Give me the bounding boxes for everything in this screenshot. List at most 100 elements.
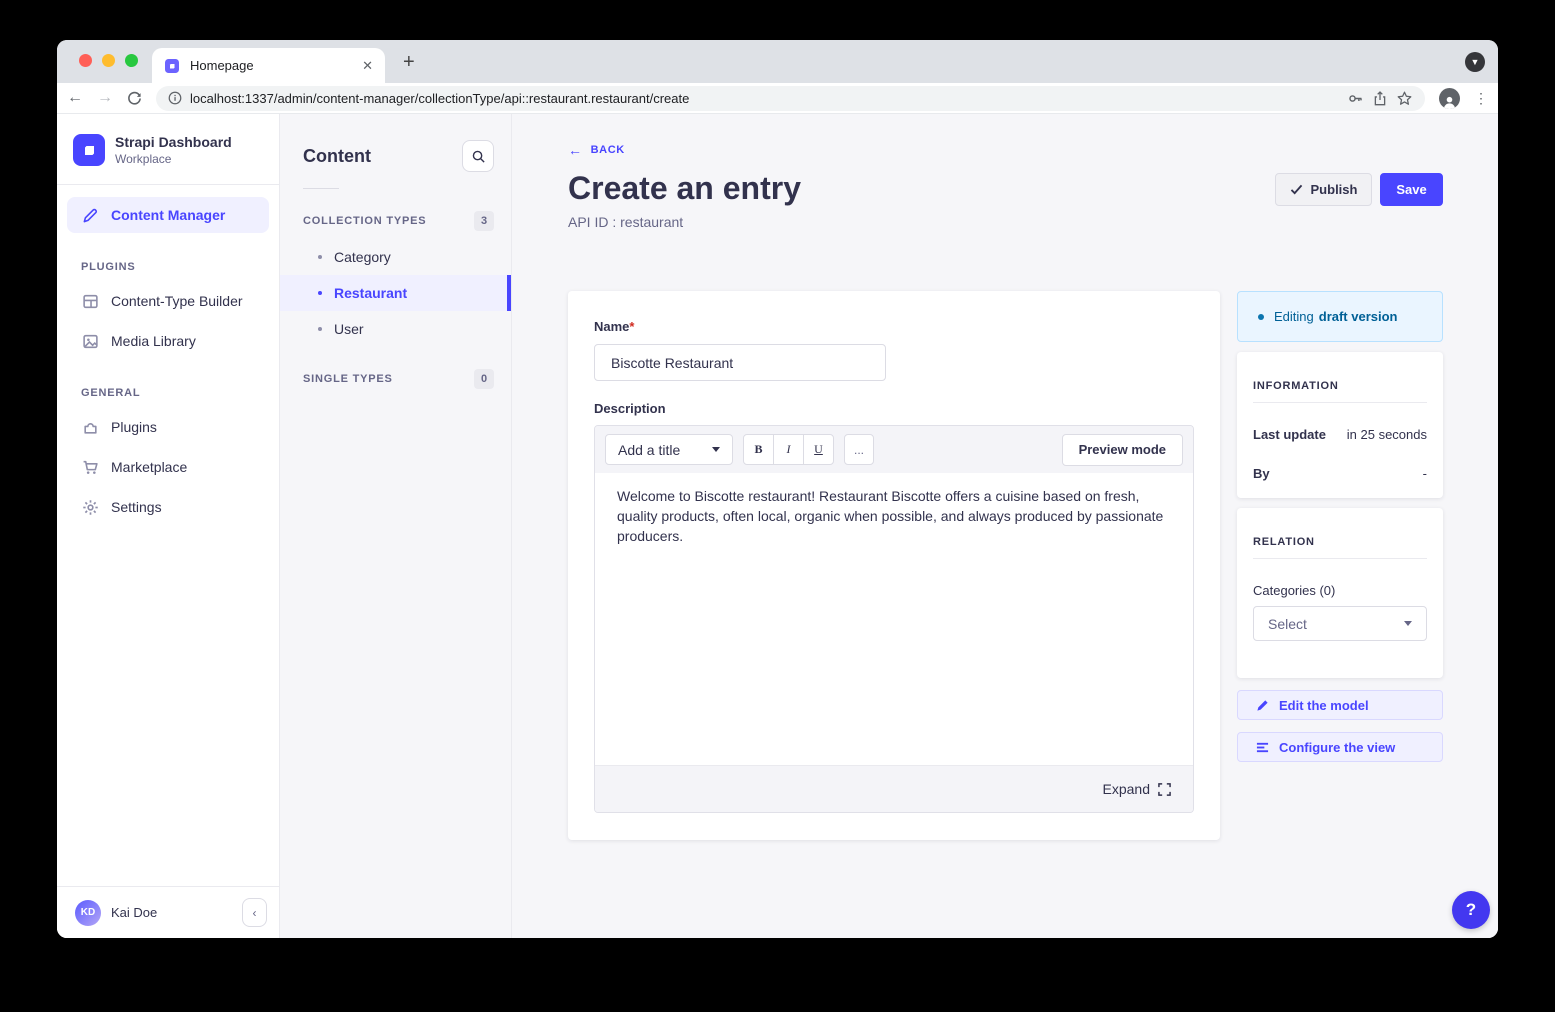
main-sidebar: Strapi Dashboard Workplace Content Manag… bbox=[57, 114, 280, 938]
forward-icon[interactable]: → bbox=[97, 90, 113, 106]
cart-icon bbox=[81, 459, 99, 476]
strapi-favicon-icon bbox=[164, 58, 180, 74]
expand-icon[interactable] bbox=[1158, 783, 1171, 796]
subnav-item-category[interactable]: Category bbox=[280, 239, 511, 275]
preview-mode-button[interactable]: Preview mode bbox=[1062, 434, 1183, 466]
search-icon bbox=[471, 149, 486, 164]
bold-button[interactable]: B bbox=[743, 434, 774, 465]
sidebar-item-marketplace[interactable]: Marketplace bbox=[67, 449, 269, 485]
new-tab-button[interactable]: + bbox=[403, 51, 415, 74]
feather-icon bbox=[81, 207, 99, 224]
editor-footer: Expand bbox=[595, 765, 1193, 812]
name-field-label: Name* bbox=[594, 319, 634, 334]
subnav-item-label: Category bbox=[334, 249, 391, 265]
relation-title: RELATION bbox=[1253, 536, 1427, 548]
back-icon[interactable]: ← bbox=[67, 90, 83, 106]
maximize-window-button[interactable] bbox=[125, 54, 138, 67]
publish-button[interactable]: Publish bbox=[1275, 173, 1372, 206]
sidebar-item-label: Marketplace bbox=[111, 459, 187, 475]
reload-icon[interactable] bbox=[127, 91, 142, 106]
profile-avatar-icon[interactable] bbox=[1439, 88, 1460, 109]
entry-aside: Editing draft version INFORMATION Last u… bbox=[1237, 291, 1443, 762]
configure-icon bbox=[1256, 741, 1269, 754]
panel-divider bbox=[1253, 402, 1427, 403]
group-label-collection-types: COLLECTION TYPES bbox=[303, 215, 426, 227]
subnav-item-restaurant[interactable]: Restaurant bbox=[280, 275, 511, 311]
save-button[interactable]: Save bbox=[1380, 173, 1443, 206]
format-button-group: B I U bbox=[743, 434, 834, 465]
categories-select[interactable]: Select bbox=[1253, 606, 1427, 641]
browser-menu-icon[interactable]: ⋮ bbox=[1474, 90, 1488, 107]
info-icon[interactable] bbox=[168, 91, 182, 105]
entry-form-card: Name* Description Add a title B I U bbox=[568, 291, 1220, 840]
title-style-select[interactable]: Add a title bbox=[605, 434, 733, 465]
bullet-icon bbox=[318, 327, 322, 331]
expand-label[interactable]: Expand bbox=[1103, 781, 1150, 797]
information-panel: INFORMATION Last update in 25 seconds By… bbox=[1237, 352, 1443, 498]
description-editor: Add a title B I U ... Preview mode Welco… bbox=[594, 425, 1194, 813]
tab-title: Homepage bbox=[190, 58, 352, 73]
gear-icon bbox=[81, 499, 99, 516]
sidebar-item-settings[interactable]: Settings bbox=[67, 489, 269, 525]
chevron-down-icon bbox=[712, 447, 720, 452]
content-subnav: Content COLLECTION TYPES 3 Category bbox=[280, 114, 512, 938]
sidebar-item-label: Media Library bbox=[111, 333, 196, 349]
sidebar-item-content-type-builder[interactable]: Content-Type Builder bbox=[67, 283, 269, 319]
sidebar-item-label: Settings bbox=[111, 499, 162, 515]
back-link[interactable]: ← BACK bbox=[568, 142, 625, 158]
page-title: Create an entry bbox=[568, 170, 801, 207]
url-bar[interactable]: localhost:1337/admin/content-manager/col… bbox=[156, 86, 1425, 111]
url-text[interactable]: localhost:1337/admin/content-manager/col… bbox=[190, 91, 1339, 106]
close-window-button[interactable] bbox=[79, 54, 92, 67]
check-icon bbox=[1290, 184, 1303, 195]
back-label: BACK bbox=[591, 144, 625, 156]
subnav-item-user[interactable]: User bbox=[280, 311, 511, 347]
password-key-icon[interactable] bbox=[1347, 90, 1364, 107]
minimize-window-button[interactable] bbox=[102, 54, 115, 67]
italic-button[interactable]: I bbox=[773, 434, 804, 465]
underline-button[interactable]: U bbox=[803, 434, 834, 465]
window-controls[interactable] bbox=[79, 54, 138, 67]
sidebar-item-label: Content-Type Builder bbox=[111, 293, 243, 309]
api-id-subtitle: API ID : restaurant bbox=[568, 214, 683, 230]
close-tab-icon[interactable]: ✕ bbox=[362, 58, 373, 74]
by-row: By - bbox=[1253, 466, 1427, 481]
bookmark-star-icon[interactable] bbox=[1396, 90, 1413, 107]
sidebar-section-plugins: PLUGINS bbox=[57, 237, 279, 279]
more-formats-button[interactable]: ... bbox=[844, 434, 874, 465]
subnav-item-label: User bbox=[334, 321, 364, 337]
browser-tab[interactable]: Homepage ✕ bbox=[152, 48, 385, 83]
strapi-logo-icon bbox=[73, 134, 105, 166]
collection-types-count-badge: 3 bbox=[474, 211, 494, 231]
user-name: Kai Doe bbox=[111, 905, 232, 920]
last-update-row: Last update in 25 seconds bbox=[1253, 427, 1427, 442]
description-textarea[interactable]: Welcome to Biscotte restaurant! Restaura… bbox=[595, 473, 1193, 765]
sidebar-section-general: GENERAL bbox=[57, 363, 279, 405]
tab-strip: Homepage ✕ + ▼ bbox=[57, 40, 1498, 83]
subnav-title: Content bbox=[303, 146, 371, 167]
collapse-sidebar-button[interactable]: ‹ bbox=[242, 898, 267, 927]
draft-dot-icon bbox=[1258, 314, 1264, 320]
draft-status-banner: Editing draft version bbox=[1237, 291, 1443, 342]
sidebar-user-row: KD Kai Doe ‹ bbox=[57, 886, 279, 938]
categories-field-label: Categories (0) bbox=[1253, 583, 1427, 598]
help-button[interactable]: ? bbox=[1452, 891, 1490, 929]
chrome-profile-chevron-icon[interactable]: ▼ bbox=[1465, 52, 1485, 72]
share-icon[interactable] bbox=[1372, 90, 1388, 107]
main-content: ← BACK Create an entry API ID : restaura… bbox=[512, 114, 1498, 938]
sidebar-item-plugins[interactable]: Plugins bbox=[67, 409, 269, 445]
browser-toolbar: ← → localhost:1337/admin/content-manager… bbox=[57, 83, 1498, 114]
user-avatar[interactable]: KD bbox=[75, 900, 101, 926]
chevron-down-icon bbox=[1404, 621, 1412, 626]
sidebar-item-content-manager[interactable]: Content Manager bbox=[67, 197, 269, 233]
workspace-brand[interactable]: Strapi Dashboard Workplace bbox=[57, 114, 279, 184]
group-label-single-types: SINGLE TYPES bbox=[303, 373, 393, 385]
single-types-count-badge: 0 bbox=[474, 369, 494, 389]
sidebar-item-media-library[interactable]: Media Library bbox=[67, 323, 269, 359]
search-button[interactable] bbox=[462, 140, 494, 172]
name-input[interactable] bbox=[594, 344, 886, 381]
pencil-icon bbox=[1256, 699, 1269, 712]
edit-model-button[interactable]: Edit the model bbox=[1237, 690, 1443, 720]
configure-view-button[interactable]: Configure the view bbox=[1237, 732, 1443, 762]
sidebar-divider bbox=[57, 184, 279, 185]
